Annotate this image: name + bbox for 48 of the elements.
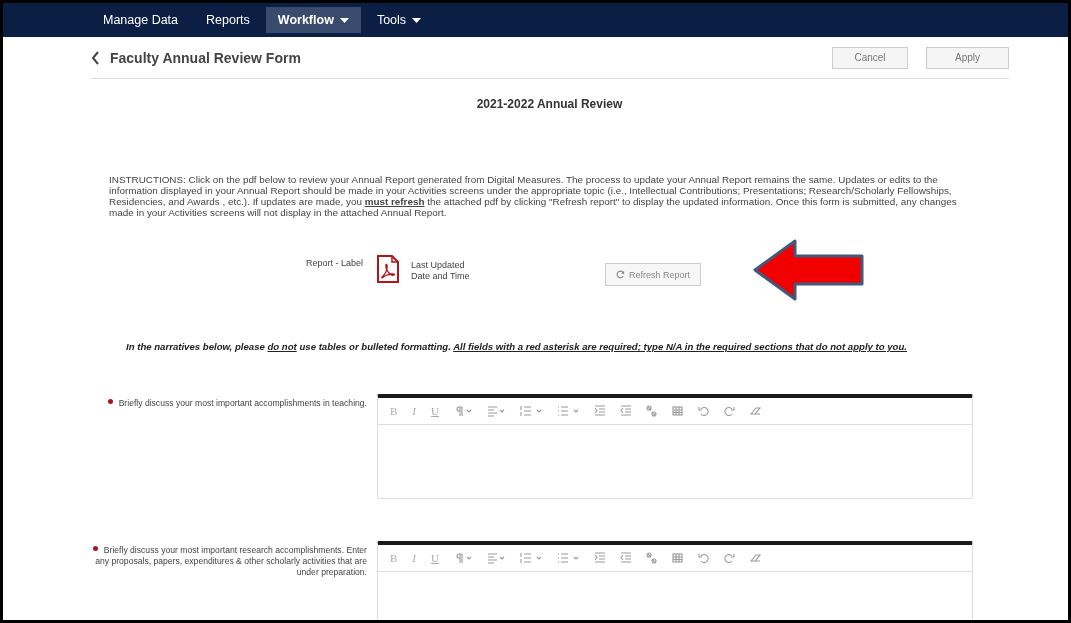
field-label: Briefly discuss your most important accomplishments in teaching. bbox=[108, 398, 367, 408]
refresh-icon bbox=[616, 270, 626, 279]
rich-text-editor[interactable]: B I U bbox=[377, 394, 973, 499]
bullet-list-icon[interactable] bbox=[556, 405, 579, 417]
field-label: Briefly discuss your most important research accomplishments. Enter any proposals, papers, expenditures & other scholarly activities that are under preparation. bbox=[93, 545, 367, 577]
bullet-list-icon[interactable] bbox=[556, 552, 579, 564]
pdf-icon[interactable] bbox=[377, 255, 400, 283]
refresh-report-button[interactable]: Refresh Report bbox=[605, 263, 702, 286]
form-heading: 2021-2022 Annual Review bbox=[475, 97, 624, 111]
align-icon[interactable] bbox=[486, 552, 505, 564]
outdent-icon[interactable] bbox=[619, 552, 631, 564]
nav-tab[interactable]: Reports bbox=[194, 7, 262, 33]
last-updated-text: Last Updated Date and Time bbox=[411, 260, 471, 282]
eraser-icon[interactable] bbox=[749, 552, 761, 564]
align-icon[interactable] bbox=[486, 405, 505, 417]
outdent-icon[interactable] bbox=[619, 405, 631, 417]
table-icon[interactable] bbox=[671, 405, 683, 417]
indent-icon[interactable] bbox=[593, 405, 605, 417]
eraser-icon[interactable] bbox=[749, 405, 761, 417]
paragraph-icon[interactable] bbox=[453, 405, 472, 417]
numbered-list-icon[interactable] bbox=[519, 405, 542, 417]
numbered-list-icon[interactable] bbox=[519, 552, 542, 564]
format-button[interactable]: B bbox=[390, 552, 398, 564]
nav-tab[interactable]: Manage Data bbox=[91, 7, 191, 33]
format-button[interactable]: U bbox=[431, 552, 439, 564]
link-icon[interactable] bbox=[645, 405, 657, 417]
report-label: Report - Label bbox=[306, 258, 364, 268]
table-icon[interactable] bbox=[671, 552, 683, 564]
undo-icon[interactable] bbox=[697, 405, 709, 417]
indent-icon[interactable] bbox=[593, 552, 605, 564]
instructions-text: INSTRUCTIONS: Click on the pdf below to review your Annual Report generated from Digital Measures. The process to update your Annual Report remains the same. Updates or edits to the information displayed in your Annual Report should be made in your Activities screens under the appropriate topic (i.e., Intellectual Contributions; Presentations; Research/Scholarly Fellowships, Residencies, and Awards , etc.). If updates are made, you must refresh the attached pdf by clicking "Refresh report" to display the updated information. Once this form is submitted, any changes made in your Activities screens will not display in the attached Annual Report. bbox=[109, 174, 958, 218]
redo-icon[interactable] bbox=[723, 405, 735, 417]
back-icon[interactable] bbox=[91, 50, 100, 65]
link-icon[interactable] bbox=[645, 552, 657, 564]
notice-text: In the narratives below, please do not use tables or bulleted formatting. All fields with a red asterisk are required; type N/A in the required sections that do not apply to you. bbox=[126, 341, 908, 352]
redo-icon[interactable] bbox=[723, 552, 735, 564]
undo-icon[interactable] bbox=[697, 552, 709, 564]
format-button[interactable]: I bbox=[412, 552, 416, 564]
cancel-button[interactable]: Cancel bbox=[832, 46, 908, 69]
format-button[interactable]: I bbox=[412, 405, 416, 417]
paragraph-icon[interactable] bbox=[453, 552, 472, 564]
nav-tab[interactable]: Workflow bbox=[265, 7, 361, 33]
rich-text-editor[interactable]: B I U bbox=[377, 541, 973, 620]
format-button[interactable]: U bbox=[431, 405, 439, 417]
nav-tab[interactable]: Tools bbox=[364, 7, 434, 33]
format-button[interactable]: B bbox=[390, 405, 398, 417]
apply-button[interactable]: Apply bbox=[926, 46, 1009, 69]
page-title: Faculty Annual Review Form bbox=[110, 49, 302, 66]
